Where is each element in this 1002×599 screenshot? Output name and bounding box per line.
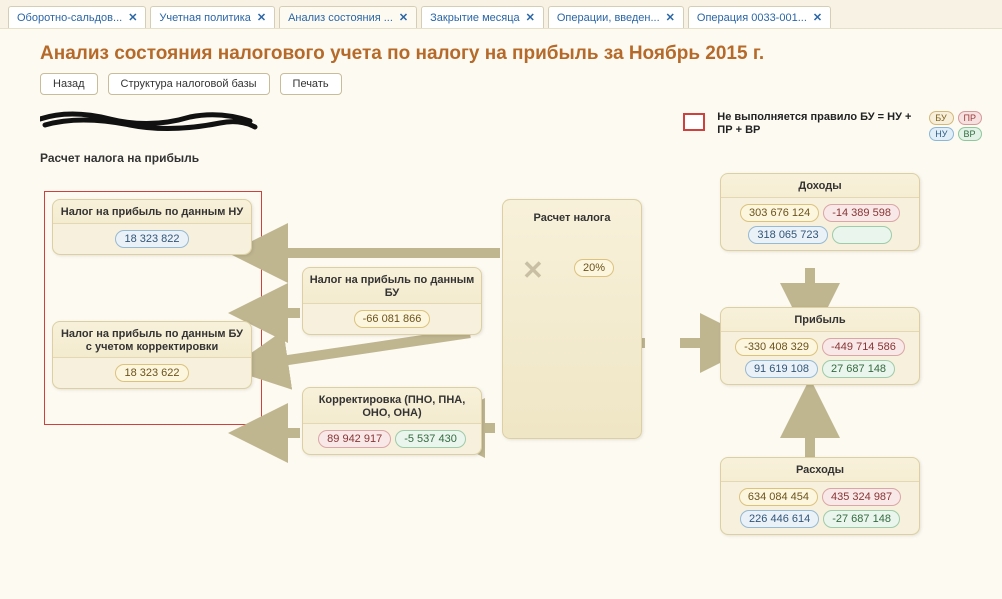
tab-balance[interactable]: Оборотно-сальдов... ✕ <box>8 6 146 28</box>
print-button[interactable]: Печать <box>280 73 342 95</box>
legend-pills: БУ ПР НУ ВР <box>929 111 982 141</box>
value-income-vr <box>832 226 892 244</box>
value-corr-1: 89 942 917 <box>318 430 391 448</box>
card-title: Расчет налога <box>503 200 641 229</box>
legend-pill-nu: НУ <box>929 127 953 141</box>
card-title: Прибыль <box>721 308 919 331</box>
card-bu-tax[interactable]: Налог на прибыль по данным БУ -66 081 86… <box>302 267 482 335</box>
legend-row: Не выполняется правило БУ = НУ + ПР + ВР… <box>0 107 1002 147</box>
section-subtitle: Расчет налога на прибыль <box>0 147 1002 173</box>
value-profit-pr: -449 714 586 <box>822 338 905 356</box>
card-title: Расходы <box>721 458 919 481</box>
rule-violation-icon <box>683 113 705 131</box>
tab-label: Закрытие месяца <box>430 12 520 24</box>
value-rate: 20% <box>574 259 614 277</box>
tab-label: Оборотно-сальдов... <box>17 12 122 24</box>
tab-operations[interactable]: Операции, введен... ✕ <box>548 6 684 28</box>
card-bu-corrected[interactable]: Налог на прибыль по данным БУ с учетом к… <box>52 321 252 389</box>
tab-label: Операция 0033-001... <box>697 12 807 24</box>
close-icon[interactable]: ✕ <box>128 11 137 24</box>
legend-pill-bu: БУ <box>929 111 953 125</box>
card-expense[interactable]: Расходы 634 084 454 435 324 987 226 446 … <box>720 457 920 535</box>
tab-operation-0033[interactable]: Операция 0033-001... ✕ <box>688 6 831 28</box>
close-icon[interactable]: ✕ <box>399 11 408 24</box>
close-icon[interactable]: ✕ <box>813 11 822 24</box>
card-title: Налог на прибыль по данным БУ <box>303 268 481 303</box>
card-calc[interactable]: Расчет налога <box>502 199 642 439</box>
value-income-bu: 303 676 124 <box>740 204 819 222</box>
value-bu: -66 081 866 <box>354 310 431 328</box>
tab-label: Учетная политика <box>159 12 250 24</box>
value-expense-nu: 226 446 614 <box>740 510 819 528</box>
legend-pill-pr: ПР <box>958 111 982 125</box>
redacted-scribble <box>40 111 260 133</box>
rule-text: Не выполняется правило БУ = НУ + ПР + ВР <box>717 111 917 137</box>
tab-closing[interactable]: Закрытие месяца ✕ <box>421 6 544 28</box>
tab-bar: Оборотно-сальдов... ✕ Учетная политика ✕… <box>0 0 1002 29</box>
legend-pill-vr: ВР <box>958 127 982 141</box>
tab-label: Анализ состояния ... <box>288 12 393 24</box>
value-income-pr: -14 389 598 <box>823 204 900 222</box>
value-corr-2: -5 537 430 <box>395 430 466 448</box>
tab-analysis[interactable]: Анализ состояния ... ✕ <box>279 6 417 28</box>
value-income-nu: 318 065 723 <box>748 226 827 244</box>
card-nu-tax[interactable]: Налог на прибыль по данным НУ 18 323 822 <box>52 199 252 255</box>
value-nu: 18 323 822 <box>115 230 188 248</box>
card-income[interactable]: Доходы 303 676 124 -14 389 598 318 065 7… <box>720 173 920 251</box>
toolbar: Назад Структура налоговой базы Печать <box>0 73 1002 107</box>
card-title: Налог на прибыль по данным НУ <box>53 200 251 223</box>
tab-label: Операции, введен... <box>557 12 660 24</box>
value-expense-bu: 634 084 454 <box>739 488 818 506</box>
value-bu-corr: 18 323 622 <box>115 364 188 382</box>
card-correction[interactable]: Корректировка (ПНО, ПНА, ОНО, ОНА) 89 94… <box>302 387 482 455</box>
card-title: Налог на прибыль по данным БУ с учетом к… <box>53 322 251 357</box>
close-icon[interactable]: ✕ <box>257 11 266 24</box>
value-profit-nu: 91 619 108 <box>745 360 818 378</box>
structure-button[interactable]: Структура налоговой базы <box>108 73 270 95</box>
tab-policy[interactable]: Учетная политика ✕ <box>150 6 275 28</box>
card-title: Корректировка (ПНО, ПНА, ОНО, ОНА) <box>303 388 481 423</box>
page-title: Анализ состояния налогового учета по нал… <box>0 29 1002 73</box>
value-profit-vr: 27 687 148 <box>822 360 895 378</box>
close-icon[interactable]: ✕ <box>666 11 675 24</box>
multiply-icon: ✕ <box>522 255 544 286</box>
diagram-canvas: Налог на прибыль по данным НУ 18 323 822… <box>20 173 980 593</box>
card-profit[interactable]: Прибыль -330 408 329 -449 714 586 91 619… <box>720 307 920 385</box>
value-profit-bu: -330 408 329 <box>735 338 818 356</box>
card-title: Доходы <box>721 174 919 197</box>
value-expense-vr: -27 687 148 <box>823 510 900 528</box>
value-expense-pr: 435 324 987 <box>822 488 901 506</box>
back-button[interactable]: Назад <box>40 73 98 95</box>
close-icon[interactable]: ✕ <box>526 11 535 24</box>
